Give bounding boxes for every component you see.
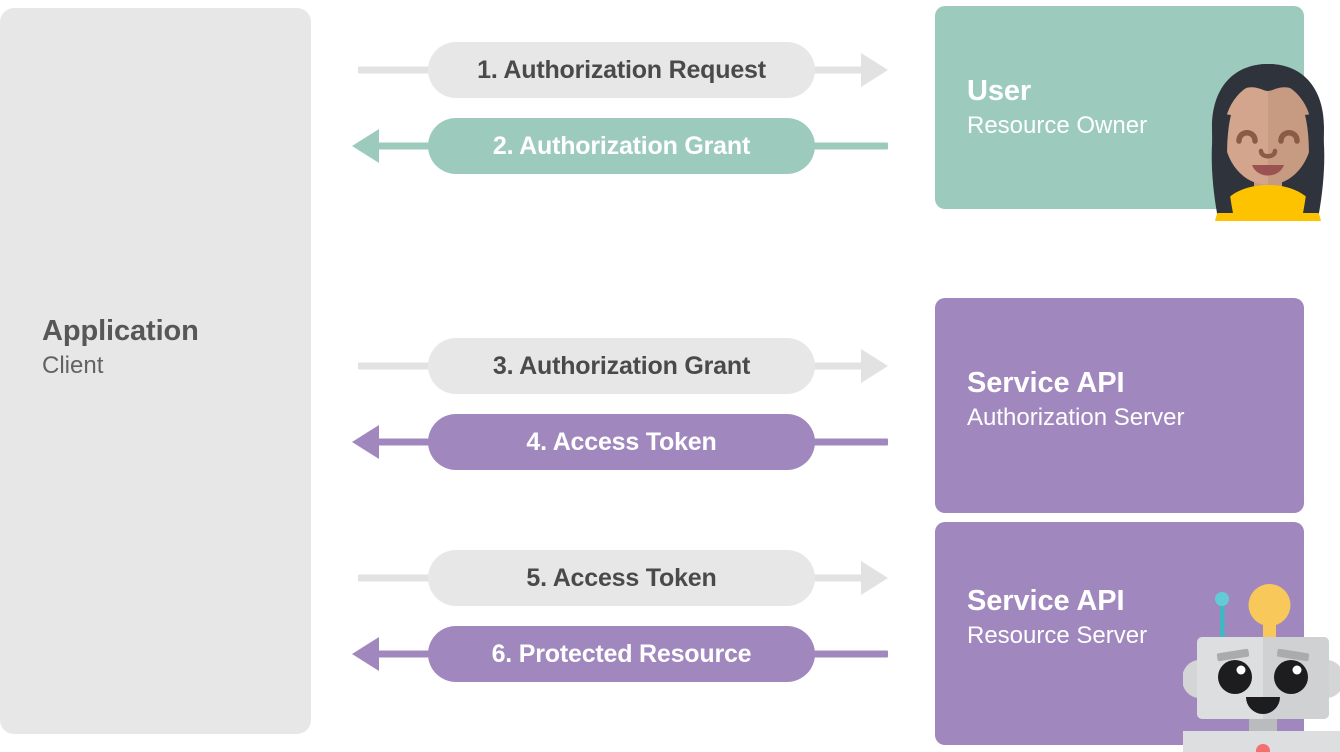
flow-label-2: 2. Authorization Grant (492, 131, 751, 160)
entity-authsrv-title: Service API (967, 367, 1125, 399)
entity-ressrv-title: Service API (967, 585, 1125, 617)
flow-pill-5[interactable]: 5. Access Token (428, 550, 815, 606)
flow-pill-6[interactable]: 6. Protected Resource (428, 626, 815, 682)
arrow-left-icon (352, 637, 379, 671)
woman-avatar-icon (1211, 64, 1325, 221)
flow-pill-4[interactable]: 4. Access Token (428, 414, 815, 470)
flow-label-6: 6. Protected Resource (491, 639, 752, 668)
entity-authsrv-subtitle: Authorization Server (967, 403, 1185, 431)
flow-label-4: 4. Access Token (526, 427, 717, 456)
flow-pill-2[interactable]: 2. Authorization Grant (428, 118, 815, 174)
entity-user-text: User Resource Owner (967, 74, 1147, 141)
entity-user-subtitle: Resource Owner (967, 111, 1148, 139)
entity-card-authorization-server[interactable]: Service API Authorization Server (935, 298, 1304, 513)
flow-row-4: 4. Access Token (352, 414, 888, 470)
flow-row-5: 5. Access Token (352, 550, 888, 606)
robot-avatar-icon (1183, 584, 1340, 752)
application-panel-text: Application Client (42, 314, 292, 381)
flow-pill-3[interactable]: 3. Authorization Grant (428, 338, 815, 394)
entity-user-title: User (967, 75, 1032, 107)
application-title: Application (42, 315, 199, 347)
flow-row-1: 1. Authorization Request (352, 42, 888, 98)
flow-label-5: 5. Access Token (526, 563, 717, 592)
entity-card-resource-server[interactable]: Service API Resource Server (935, 522, 1340, 752)
arrow-left-icon (352, 425, 379, 459)
entity-card-user[interactable]: User Resource Owner (935, 6, 1325, 221)
arrow-right-icon (861, 561, 888, 595)
arrow-right-icon (861, 349, 888, 383)
flow-row-2: 2. Authorization Grant (352, 118, 888, 174)
flow-row-3: 3. Authorization Grant (352, 338, 888, 394)
flow-label-3: 3. Authorization Grant (492, 351, 751, 380)
oauth-flow-diagram: Application Client 1. Authorization Requ… (0, 0, 1340, 752)
flow-pill-1[interactable]: 1. Authorization Request (428, 42, 815, 98)
entity-authsrv-text: Service API Authorization Server (967, 366, 1184, 433)
arrow-left-icon (352, 129, 379, 163)
flow-label-1: 1. Authorization Request (477, 55, 766, 84)
arrow-right-icon (861, 53, 888, 87)
flow-row-6: 6. Protected Resource (352, 626, 888, 682)
entity-ressrv-subtitle: Resource Server (967, 621, 1148, 649)
application-client-panel: Application Client (0, 8, 311, 734)
application-subtitle: Client (42, 352, 104, 380)
entity-ressrv-text: Service API Resource Server (967, 584, 1147, 651)
